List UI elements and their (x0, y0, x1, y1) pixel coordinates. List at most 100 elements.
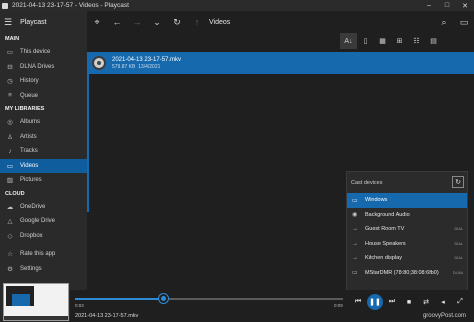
sidebar-item-albums[interactable]: ◎ Albums (0, 115, 87, 130)
audio-icon: ◉ (352, 212, 358, 219)
fullscreen-icon[interactable]: ⤢ (452, 294, 468, 310)
file-meta: 579.87 KB 13/4/2021 (112, 64, 181, 71)
sidebar-item-label: Videos (20, 162, 39, 169)
sidebar-item-label: Settings (20, 265, 42, 272)
cast-device-icon: → (352, 226, 358, 233)
close-button[interactable]: ✕ (456, 0, 474, 11)
sidebar-item-label: Rate this app (20, 251, 56, 258)
history-icon: ◷ (7, 78, 13, 86)
sidebar-item-label: Tracks (20, 148, 38, 155)
forward-icon[interactable]: → (127, 11, 147, 33)
minimize-button[interactable]: – (420, 0, 438, 11)
grid-view-icon[interactable]: ⊞ (391, 33, 408, 49)
file-date: 13/4/2021 (138, 63, 161, 70)
queue-icon: ≡ (8, 92, 12, 100)
sidebar-item-history[interactable]: ◷ History (0, 74, 87, 89)
window-title: 2021-04-13 23-17-57 - Videos - Playcast (12, 2, 129, 9)
file-name: 2021-04-13 23-17-57.mkv (112, 56, 182, 63)
cast-device-windows[interactable]: ▭ Windows (347, 193, 467, 208)
cast-device-kitchen-display[interactable]: → Kitchen display DIAL (347, 251, 467, 266)
sidebar-item-this-device[interactable]: ▭ This device (0, 45, 87, 60)
cast-device-icon: → (352, 255, 358, 262)
sidebar-item-onedrive[interactable]: ☁ OneDrive (0, 200, 87, 215)
shuffle-icon[interactable]: ⇄ (418, 294, 434, 310)
monitor-icon: ▭ (352, 197, 358, 204)
artist-icon: ♙ (7, 133, 13, 141)
sidebar-item-rate-app[interactable]: ☆ Rate this app (0, 247, 87, 262)
taskbar-preview-thumbnail[interactable] (3, 283, 69, 321)
cast-device-mstardmr[interactable]: ▭ MStarDMR (78:80;38:08:6fb0) DLNA (347, 266, 467, 281)
hamburger-menu-icon[interactable]: ☰ (4, 17, 12, 28)
selection-indicator (87, 52, 89, 212)
calendar-icon[interactable]: ▦ (374, 33, 391, 49)
playback-controls: ⏮ ❚❚ ⏭ ■ ⇄ ◂ ⤢ (350, 292, 469, 312)
sidebar-item-dropbox[interactable]: ◇ Dropbox (0, 229, 87, 244)
maximize-button[interactable]: □ (438, 0, 456, 11)
sidebar: ☰ Playcast MAIN ▭ This device ⊟ DLNA Drive… (0, 11, 87, 322)
pause-icon[interactable]: ❚❚ (367, 294, 383, 310)
details-view-icon[interactable]: ▤ (425, 33, 442, 49)
cast-device-label: Background Audio (365, 211, 410, 218)
sidebar-item-label: Queue (20, 92, 39, 99)
album-icon: ◎ (7, 119, 13, 127)
sidebar-item-label: Dropbox (20, 232, 43, 239)
cast-device-background-audio[interactable]: ◉ Background Audio (347, 208, 467, 223)
video-thumbnail-icon (92, 56, 106, 70)
refresh-icon[interactable]: ↻ (167, 11, 187, 33)
sidebar-item-pictures[interactable]: ▨ Pictures (0, 173, 87, 188)
cast-pin-icon[interactable]: ⌖ (87, 11, 107, 33)
cast-devices-panel: Cast devices ↻ ▭ Windows ◉ Background Audi… (346, 171, 468, 295)
seek-bar[interactable] (75, 294, 343, 303)
sidebar-item-label: OneDrive (20, 203, 46, 210)
gear-icon: ⚙ (7, 265, 13, 273)
monitor-icon: ▭ (6, 49, 14, 57)
sidebar-item-videos[interactable]: ▭ Videos (0, 158, 87, 173)
sidebar-item-tracks[interactable]: ♪ Tracks (0, 144, 87, 159)
app-name: Playcast (20, 18, 47, 26)
up-icon[interactable]: ↑ (187, 11, 207, 33)
file-item[interactable]: 2021-04-13 23-17-57.mkv 579.87 KB 13/4/2… (89, 52, 474, 74)
cast-device-label: Guest Room TV (365, 226, 405, 233)
view-options-bar: A↓ ▯ ▦ ⊞ ☷ ▤ (340, 33, 474, 49)
protocol-badge: DIAL (454, 227, 463, 232)
previous-icon[interactable]: ⏮ (350, 294, 366, 310)
refresh-icon[interactable]: ↻ (452, 176, 464, 188)
sidebar-item-settings[interactable]: ⚙ Settings (0, 262, 87, 277)
section-my-libraries: MY LIBRARIES (5, 106, 45, 112)
cast-icon[interactable]: ▭ (454, 11, 474, 33)
cast-device-label: Windows (365, 197, 388, 204)
list-view-icon[interactable]: ☷ (408, 33, 425, 49)
file-icon[interactable]: ▯ (357, 33, 374, 49)
sidebar-item-dlna-drives[interactable]: ⊟ DLNA Drives (0, 60, 87, 75)
time-total: 0:09 (334, 303, 343, 308)
sidebar-item-queue[interactable]: ≡ Queue (0, 89, 87, 104)
sidebar-item-label: History (20, 78, 39, 85)
dropbox-icon: ◇ (7, 232, 13, 240)
protocol-badge: DIAL (454, 256, 463, 261)
cast-panel-title: Cast devices (351, 179, 383, 186)
cast-device-label: House Speakers (365, 240, 406, 247)
sidebar-item-label: DLNA Drives (20, 63, 55, 70)
cast-device-label: Kitchen display (365, 255, 402, 262)
sort-icon[interactable]: A↓ (340, 33, 357, 49)
back-icon[interactable]: ← (107, 11, 127, 33)
window-controls: – □ ✕ (420, 0, 474, 11)
cast-device-icon: ▭ (352, 270, 358, 277)
sidebar-item-label: Pictures (20, 177, 42, 184)
picture-icon: ▨ (6, 177, 14, 185)
watermark: groovyPost.com (422, 313, 466, 319)
player-bar: 0:03 0:09 2021-04-13 23-17-57.mkv ⏮ ❚❚ ⏭… (70, 290, 474, 322)
seek-thumb[interactable] (159, 294, 169, 303)
next-icon[interactable]: ⏭ (384, 294, 400, 310)
dropdown-icon[interactable]: ⌄ (147, 11, 167, 33)
sidebar-item-artists[interactable]: ♙ Artists (0, 130, 87, 145)
rate-icon: ☆ (7, 251, 13, 259)
stop-icon[interactable]: ■ (401, 294, 417, 310)
volume-icon[interactable]: ◂ (435, 294, 451, 310)
sidebar-item-google-drive[interactable]: △ Google Drive (0, 214, 87, 229)
cast-device-guest-room-tv[interactable]: → Guest Room TV DIAL (347, 222, 467, 237)
onedrive-icon: ☁ (6, 203, 14, 211)
toolbar-right: ⌕ ▭ (434, 11, 474, 33)
cast-device-house-speakers[interactable]: → House Speakers DIAL (347, 237, 467, 252)
search-icon[interactable]: ⌕ (434, 11, 454, 33)
